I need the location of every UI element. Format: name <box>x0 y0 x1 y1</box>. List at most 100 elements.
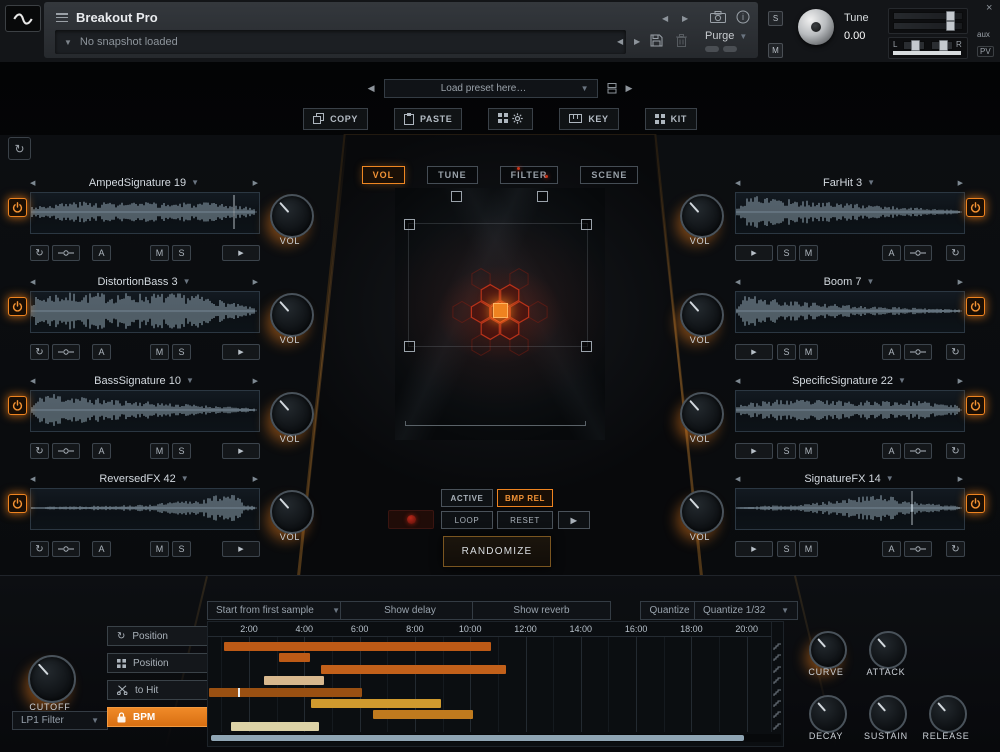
power-button[interactable] <box>966 396 985 415</box>
prev-sample-arrow[interactable]: ◀ <box>735 179 740 187</box>
purge-dropdown[interactable]: Purge▼ <box>705 30 747 42</box>
loop-button[interactable]: ↻ <box>30 245 49 261</box>
sequencer-clip[interactable] <box>209 688 362 697</box>
randomize-button[interactable]: RANDOMIZE <box>443 536 551 567</box>
clip-step-icon[interactable] <box>773 688 782 697</box>
loop-button[interactable]: ↻ <box>30 541 49 557</box>
trim-button[interactable] <box>904 344 932 360</box>
prev-snapshot-arrow[interactable]: ◀ <box>617 38 623 46</box>
prev-sample-arrow[interactable]: ◀ <box>735 278 740 286</box>
solo-button[interactable]: S <box>777 541 796 557</box>
tab-scene[interactable]: SCENE <box>580 166 638 184</box>
sequencer-scrollbar-thumb[interactable] <box>211 735 744 741</box>
paste-button[interactable]: PASTE <box>394 108 462 130</box>
sample-selector[interactable]: FarHit 3▼ <box>823 177 875 189</box>
position-grid-button[interactable]: Position <box>107 653 213 673</box>
instrument-menu-icon[interactable] <box>56 13 68 22</box>
power-button[interactable] <box>966 198 985 217</box>
sequencer-clip[interactable] <box>224 642 491 651</box>
next-instrument-arrow[interactable]: ▶ <box>682 15 688 23</box>
next-sample-arrow[interactable]: ▶ <box>958 377 963 385</box>
sequencer-clip[interactable] <box>373 710 473 719</box>
aux-label[interactable]: aux <box>977 30 990 39</box>
mute-button[interactable]: M <box>150 344 169 360</box>
meter-handle[interactable] <box>946 21 955 31</box>
active-button[interactable]: ACTIVE <box>441 489 493 507</box>
loop-button[interactable]: ↻ <box>946 344 965 360</box>
volume-knob[interactable] <box>270 293 314 337</box>
pad-handle[interactable] <box>404 219 415 230</box>
choke-a-button[interactable]: A <box>882 443 901 459</box>
solo-button[interactable]: S <box>172 541 191 557</box>
quantize-select[interactable]: Quantize 1/32▼ <box>694 601 798 620</box>
cutoff-knob[interactable] <box>28 655 76 703</box>
waveform-display[interactable] <box>735 488 965 530</box>
choke-a-button[interactable]: A <box>92 443 111 459</box>
env-knob-release[interactable] <box>929 695 967 733</box>
play-button[interactable]: ▶ <box>222 245 260 261</box>
clip-step-icon[interactable] <box>773 676 782 685</box>
delete-snapshot-icon[interactable] <box>676 34 687 47</box>
waveform-display[interactable] <box>30 390 260 432</box>
clip-step-icon[interactable] <box>773 710 782 719</box>
save-snapshot-icon[interactable] <box>650 34 663 47</box>
loop-button[interactable]: ↻ <box>30 344 49 360</box>
choke-a-button[interactable]: A <box>92 344 111 360</box>
position-rotate-button[interactable]: ↻Position <box>107 626 213 646</box>
mute-button[interactable]: M <box>150 443 169 459</box>
waveform-display[interactable] <box>30 488 260 530</box>
filter-type-select[interactable]: LP1 Filter▼ <box>12 711 108 730</box>
clip-step-icon[interactable] <box>773 699 782 708</box>
volume-knob[interactable] <box>680 293 724 337</box>
mute-button[interactable]: M <box>799 344 818 360</box>
snapshot-camera-icon[interactable] <box>710 11 726 23</box>
play-button[interactable]: ▶ <box>222 344 260 360</box>
pad-handle[interactable] <box>404 341 415 352</box>
loop-button[interactable]: ↻ <box>946 541 965 557</box>
sample-selector[interactable]: Boom 7▼ <box>824 276 875 288</box>
trim-button[interactable] <box>904 245 932 261</box>
waveform-display[interactable] <box>30 291 260 333</box>
prev-sample-arrow[interactable]: ◀ <box>735 475 740 483</box>
kontakt-logo-button[interactable] <box>5 5 41 32</box>
choke-a-button[interactable]: A <box>882 344 901 360</box>
volume-knob[interactable] <box>680 392 724 436</box>
bmp-rel-button[interactable]: BMP REL <box>497 489 553 507</box>
reset-button[interactable]: RESET <box>497 511 553 529</box>
waveform-display[interactable] <box>735 291 965 333</box>
sample-selector[interactable]: AmpedSignature 19▼ <box>89 177 199 189</box>
loop-button[interactable]: ↻ <box>946 245 965 261</box>
to-hit-button[interactable]: to Hit <box>107 680 213 700</box>
pad-handle[interactable] <box>451 191 462 202</box>
show-delay-button[interactable]: Show delay <box>340 601 480 620</box>
tab-tune[interactable]: TUNE <box>427 166 478 184</box>
play-button[interactable]: ▶ <box>735 245 773 261</box>
prev-instrument-arrow[interactable]: ◀ <box>662 15 668 23</box>
grid-gear-button[interactable] <box>488 108 533 130</box>
mute-button[interactable]: M <box>768 43 783 58</box>
trim-button[interactable] <box>52 245 80 261</box>
loop-button[interactable]: ↻ <box>30 443 49 459</box>
bpm-lock-button[interactable]: BPM <box>107 707 213 727</box>
solo-button[interactable]: S <box>777 245 796 261</box>
next-sample-arrow[interactable]: ▶ <box>958 475 963 483</box>
next-sample-arrow[interactable]: ▶ <box>253 475 258 483</box>
choke-a-button[interactable]: A <box>882 541 901 557</box>
solo-button[interactable]: S <box>172 344 191 360</box>
volume-knob[interactable] <box>680 490 724 534</box>
purge-pill-2[interactable] <box>723 46 737 52</box>
prev-sample-arrow[interactable]: ◀ <box>30 377 35 385</box>
next-sample-arrow[interactable]: ▶ <box>253 179 258 187</box>
solo-button[interactable]: S <box>777 443 796 459</box>
sample-selector[interactable]: ReversedFX 42▼ <box>99 473 188 485</box>
power-button[interactable] <box>966 297 985 316</box>
mute-button[interactable]: M <box>150 541 169 557</box>
waveform-display[interactable] <box>735 192 965 234</box>
sequencer-clip[interactable] <box>321 665 506 674</box>
loop-button[interactable]: LOOP <box>441 511 493 529</box>
clip-step-icon[interactable] <box>773 642 782 651</box>
pad-position-handle[interactable] <box>493 303 508 318</box>
next-sample-arrow[interactable]: ▶ <box>958 278 963 286</box>
loop-button[interactable]: ↻ <box>946 443 965 459</box>
sample-selector[interactable]: SignatureFX 14▼ <box>804 473 893 485</box>
